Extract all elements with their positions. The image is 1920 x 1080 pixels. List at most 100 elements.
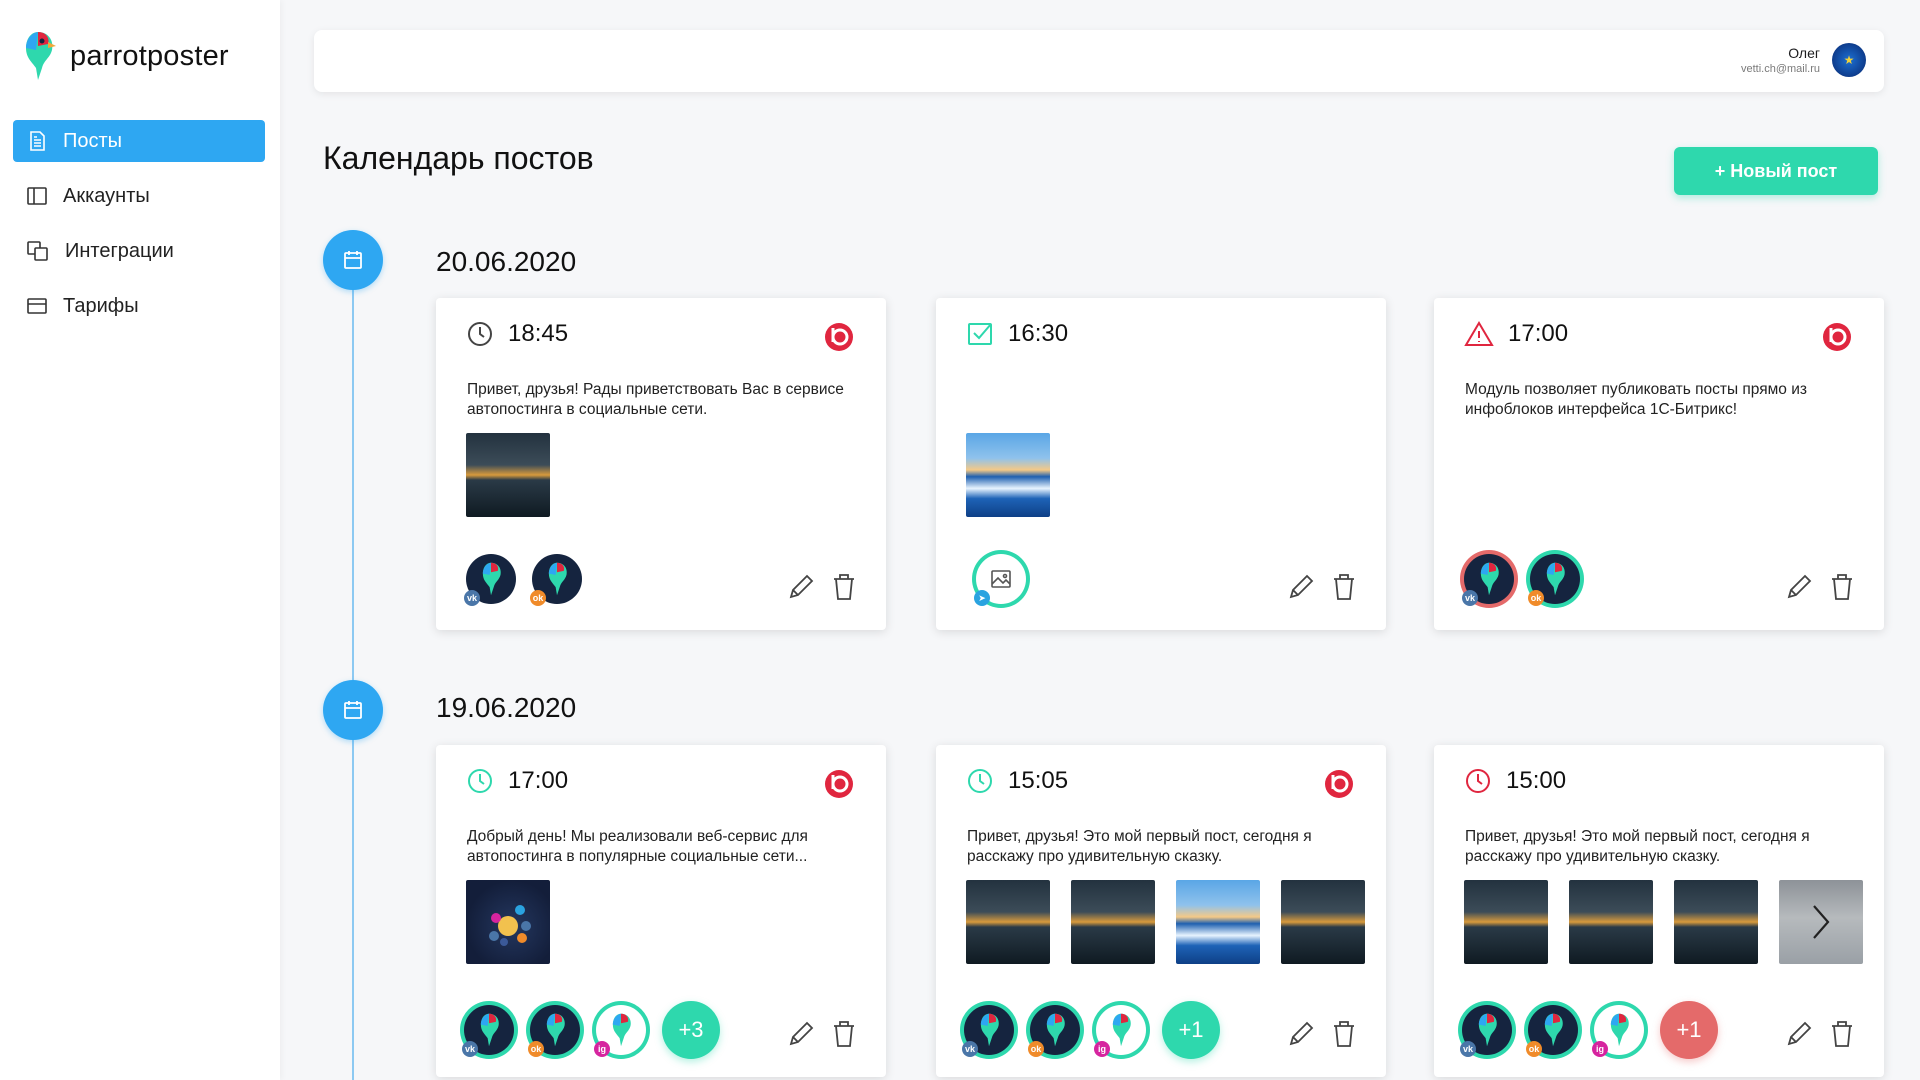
parrot-icon [482, 562, 501, 596]
more-accounts-badge[interactable]: +3 [662, 1001, 720, 1059]
post-actions [1784, 1019, 1856, 1049]
post-image[interactable] [466, 880, 550, 964]
post-accounts: vk ok ig +1 [1460, 1001, 1718, 1059]
more-accounts-badge[interactable]: +1 [1162, 1001, 1220, 1059]
user-menu[interactable]: Олег vetti.ch@mail.ru ★ [1741, 43, 1866, 77]
next-images-button[interactable] [1779, 880, 1863, 964]
post-image[interactable] [966, 433, 1050, 517]
post-card[interactable]: 17:00 Модуль позволяет публиковать посты… [1434, 298, 1884, 630]
trash-icon[interactable] [830, 572, 858, 602]
account-avatar[interactable]: ➤ [974, 554, 1026, 606]
post-card[interactable]: 18:45 Привет, друзья! Рады приветствоват… [436, 298, 886, 630]
parrot-icon [1544, 1013, 1563, 1047]
parrot-icon [480, 1013, 499, 1047]
edit-icon[interactable] [1784, 572, 1814, 602]
post-header: 15:00 [1464, 767, 1566, 795]
account-avatar[interactable]: ok [1028, 1005, 1080, 1057]
post-card[interactable]: 16:30 ➤ [936, 298, 1386, 630]
post-image[interactable] [1071, 880, 1155, 964]
post-image[interactable] [1569, 880, 1653, 964]
post-header: 17:00 [1464, 320, 1568, 348]
image-icon [991, 570, 1011, 588]
date-heading: 20.06.2020 [436, 246, 577, 277]
warning-icon [1464, 321, 1494, 346]
post-actions [786, 1019, 858, 1049]
trash-icon[interactable] [830, 1019, 858, 1049]
edit-icon[interactable] [1286, 1019, 1316, 1049]
account-avatar[interactable]: vk [464, 554, 516, 606]
timeline-line [352, 260, 354, 1080]
post-accounts: vk ok ig +3 [462, 1001, 720, 1059]
clock-icon [1466, 769, 1490, 793]
account-avatar[interactable]: ok [528, 1005, 580, 1057]
account-avatar[interactable]: ig [594, 1005, 646, 1057]
edit-icon[interactable] [1286, 572, 1316, 602]
clock-icon [968, 769, 992, 793]
edit-icon[interactable] [786, 1019, 816, 1049]
document-icon [30, 131, 45, 151]
clock-icon [468, 322, 492, 346]
card-icon [27, 298, 47, 314]
sidebar-item-accounts[interactable]: Аккаунты [13, 175, 265, 217]
top-header: Олег vetti.ch@mail.ru ★ [314, 30, 1884, 92]
account-avatar[interactable]: ok [1526, 1005, 1578, 1057]
trash-icon[interactable] [1828, 572, 1856, 602]
post-thumbnails [1464, 880, 1863, 964]
post-thumbnails [966, 433, 1050, 517]
post-card[interactable]: 15:00 Привет, друзья! Это мой первый пос… [1434, 745, 1884, 1077]
sidebar-item-label: Посты [63, 129, 123, 152]
new-post-button[interactable]: + Новый пост [1674, 147, 1878, 195]
post-text: Привет, друзья! Это мой первый пост, сег… [967, 828, 1312, 865]
logo-text: parrotposter [70, 39, 229, 72]
trash-icon[interactable] [1828, 1019, 1856, 1049]
user-email: vetti.ch@mail.ru [1740, 63, 1820, 75]
account-avatar[interactable]: ok [530, 554, 582, 606]
account-avatar[interactable]: vk [462, 1005, 514, 1057]
post-image[interactable] [966, 880, 1050, 964]
trash-icon[interactable] [1330, 1019, 1358, 1049]
more-accounts-badge[interactable]: +1 [1660, 1001, 1718, 1059]
post-image[interactable] [466, 433, 550, 517]
edit-icon[interactable] [786, 572, 816, 602]
check-square-icon [968, 323, 992, 345]
sidebar-item-label: Аккаунты [63, 184, 150, 207]
avatar[interactable]: ★ [1832, 43, 1866, 77]
parrot-icon [548, 562, 567, 596]
vk-icon: vk [1460, 1041, 1476, 1057]
parrot-icon [1610, 1013, 1629, 1047]
sidebar-item-posts[interactable]: Посты [13, 120, 265, 162]
account-avatar[interactable]: vk [1460, 1005, 1512, 1057]
trash-icon[interactable] [1330, 572, 1358, 602]
sidebar-item-tariffs[interactable]: Тарифы [13, 285, 265, 327]
calendar-icon [344, 701, 362, 719]
account-avatar[interactable]: vk [1462, 554, 1514, 606]
post-actions [1286, 572, 1358, 602]
account-avatar[interactable]: ig [1592, 1005, 1644, 1057]
parrot-logo-icon [26, 32, 56, 80]
account-avatar[interactable]: vk [962, 1005, 1014, 1057]
odnoklassniki-icon [825, 323, 853, 351]
post-image[interactable] [1281, 880, 1365, 964]
parrot-icon [1046, 1013, 1065, 1047]
post-time: 16:30 [1008, 320, 1069, 347]
post-card[interactable]: 17:00 Добрый день! Мы реализовали веб-се… [436, 745, 886, 1077]
post-actions [1286, 1019, 1358, 1049]
post-accounts: ➤ [974, 554, 1026, 606]
sidebar-item-integrations[interactable]: Интеграции [13, 230, 265, 272]
parrot-icon [1480, 562, 1499, 596]
account-avatar[interactable]: ok [1528, 554, 1580, 606]
user-name: Олег [1788, 45, 1820, 61]
logo[interactable]: parrotposter [18, 28, 229, 84]
post-image[interactable] [1176, 880, 1260, 964]
post-image[interactable] [1674, 880, 1758, 964]
clock-icon [468, 769, 492, 793]
post-card[interactable]: 15:05 Привет, друзья! Это мой первый пос… [936, 745, 1386, 1077]
sidebar-item-label: Интеграции [65, 239, 174, 262]
instagram-icon: ig [1094, 1041, 1110, 1057]
odnoklassniki-icon: ok [530, 590, 546, 606]
edit-icon[interactable] [1784, 1019, 1814, 1049]
post-image[interactable] [1464, 880, 1548, 964]
post-thumbnails [466, 433, 550, 517]
post-header: 18:45 [466, 320, 568, 348]
account-avatar[interactable]: ig [1094, 1005, 1146, 1057]
